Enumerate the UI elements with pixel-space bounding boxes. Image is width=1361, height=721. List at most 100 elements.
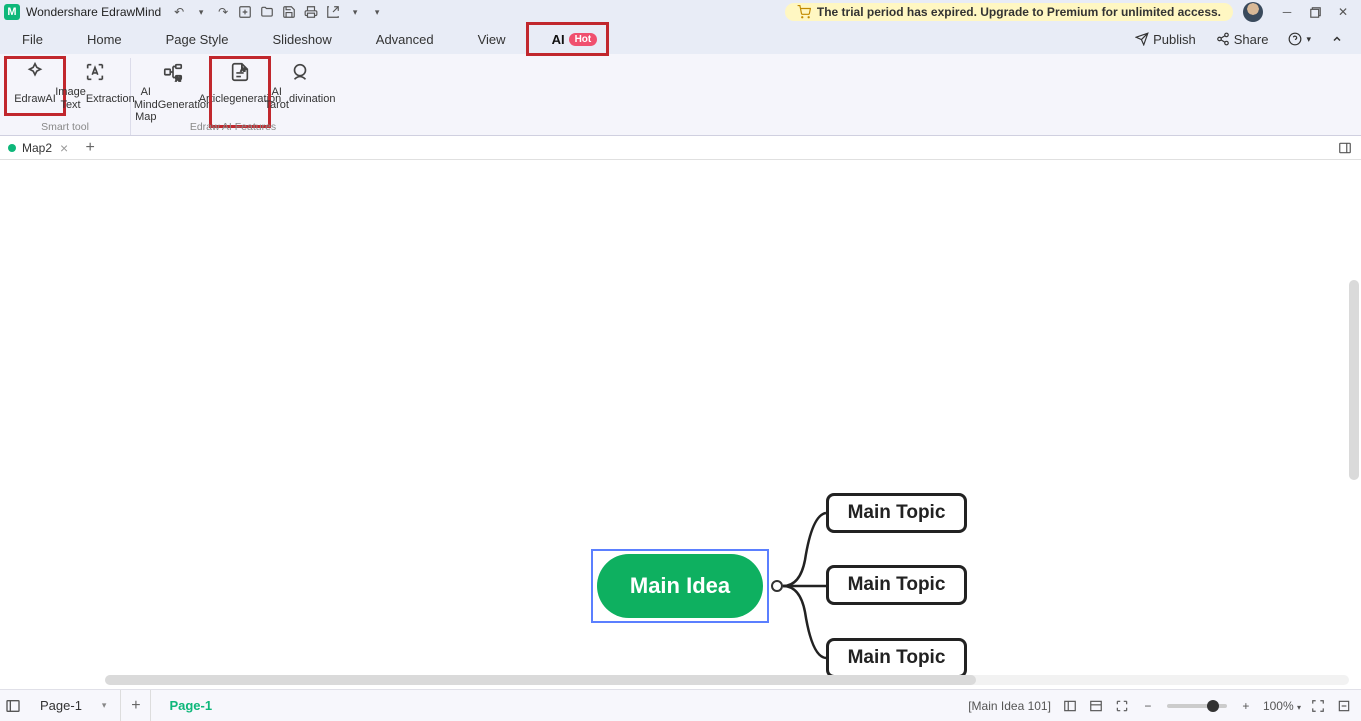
edraw-ai-label: EdrawAI [14,86,56,112]
zoom-knob[interactable] [1207,700,1219,712]
app-title: Wondershare EdrawMind [26,5,161,19]
topic-3-label: Main Topic [848,647,946,669]
chevron-down-icon: ▾ [1306,34,1311,45]
image-text-label: Image TextExtraction [55,86,135,112]
add-page-button[interactable]: + [121,690,151,721]
menu-ai[interactable]: AI Hot [528,24,608,54]
menubar-right: Publish Share ▾ [1127,32,1361,47]
doc-tab-label: Map2 [22,141,52,155]
ribbon: EdrawAI Image TextExtraction Smart tool … [0,54,1361,136]
edraw-ai-icon [23,60,47,84]
zoom-slider[interactable] [1167,704,1227,708]
publish-button[interactable]: Publish [1127,32,1204,47]
status-bar: Page-1 ▾ + Page-1 [Main Idea 101] − + 10… [0,689,1361,721]
vertical-scrollbar[interactable] [1349,280,1359,480]
user-avatar[interactable] [1243,2,1263,22]
document-tab-strip: Map2 × + [0,136,1361,160]
menu-home[interactable]: Home [65,24,144,54]
article-gen-icon: AI [228,60,252,84]
view-mode-1-icon[interactable] [1059,695,1081,717]
minimize-panel-icon[interactable] [1333,695,1355,717]
canvas[interactable]: Main Idea Main Topic Main Topic Main Top… [0,160,1361,689]
menu-bar: File Home Page Style Slideshow Advanced … [0,24,1361,54]
topic-2-label: Main Topic [848,574,946,596]
quick-access-toolbar: ↶ ▾ ↷ ▾ ▾ [169,2,387,22]
zoom-in-button[interactable]: + [1235,695,1257,717]
cart-icon [797,5,811,19]
fullscreen-icon[interactable] [1307,695,1329,717]
chevron-up-icon [1331,33,1343,45]
ai-mindmap-icon: AI [161,60,185,84]
menu-advanced[interactable]: Advanced [354,24,456,54]
help-icon [1288,32,1302,46]
print-icon[interactable] [301,2,321,22]
image-text-icon [83,60,107,84]
save-icon[interactable] [279,2,299,22]
doc-tab-dot-icon [8,144,16,152]
help-button[interactable]: ▾ [1280,32,1319,46]
topic-1-label: Main Topic [848,502,946,524]
view-mode-2-icon[interactable] [1085,695,1107,717]
export-icon[interactable] [323,2,343,22]
minimize-button[interactable]: ─ [1273,2,1301,22]
trial-text: The trial period has expired. Upgrade to… [817,5,1221,19]
title-bar: M Wondershare EdrawMind ↶ ▾ ↷ ▾ ▾ The tr… [0,0,1361,24]
export-drop-icon[interactable]: ▾ [345,2,365,22]
redo-icon[interactable]: ↷ [213,2,233,22]
h-scroll-thumb[interactable] [105,675,976,685]
close-tab-icon[interactable]: × [58,140,70,156]
collapse-ribbon-button[interactable] [1323,33,1351,45]
ai-tarot-label: AI Tarotdivination [265,86,336,112]
expand-collapse-handle[interactable] [771,580,783,592]
maximize-button[interactable] [1301,2,1329,22]
v-scroll-thumb[interactable] [1349,280,1359,480]
hot-badge: Hot [569,33,598,46]
selection-info: [Main Idea 101] [968,699,1051,713]
publish-icon [1135,32,1149,46]
ai-tarot-button[interactable]: AI Tarotdivination [271,58,329,126]
close-button[interactable]: ✕ [1329,2,1357,22]
page-tab[interactable]: Page-1 [151,690,230,721]
horizontal-scrollbar[interactable] [105,675,1349,685]
fit-page-icon[interactable] [1111,695,1133,717]
menu-page-style[interactable]: Page Style [144,24,251,54]
central-topic-label: Main Idea [597,554,763,618]
undo-drop-icon[interactable]: ▾ [191,2,211,22]
undo-icon[interactable]: ↶ [169,2,189,22]
topic-node-3[interactable]: Main Topic [826,638,967,678]
topic-node-1[interactable]: Main Topic [826,493,967,533]
zoom-out-button[interactable]: − [1137,695,1159,717]
side-panel-toggle[interactable] [1333,136,1357,160]
add-tab-button[interactable]: + [78,136,102,160]
menu-view[interactable]: View [456,24,528,54]
tarot-icon [288,60,312,84]
chevron-down-icon: ▾ [102,700,107,711]
share-label: Share [1234,32,1269,47]
app-logo-icon: M [4,4,20,20]
page-selector[interactable]: Page-1 ▾ [26,690,121,721]
ribbon-group-label-1: Smart tool [41,121,89,133]
statusbar-right: [Main Idea 101] − + 100% ▾ [968,695,1361,717]
qat-more-icon[interactable]: ▾ [367,2,387,22]
outline-toggle-icon[interactable] [0,693,26,719]
menu-slideshow[interactable]: Slideshow [251,24,354,54]
menu-file[interactable]: File [0,24,65,54]
zoom-level[interactable]: 100% ▾ [1261,699,1303,713]
open-icon[interactable] [257,2,277,22]
document-tab[interactable]: Map2 × [0,136,78,159]
ribbon-group-smart-tool: EdrawAI Image TextExtraction Smart tool [0,58,131,135]
share-icon [1216,32,1230,46]
share-button[interactable]: Share [1208,32,1277,47]
new-icon[interactable] [235,2,255,22]
ribbon-group-label-2: Edraw AI Features [190,121,276,133]
image-text-extraction-button[interactable]: Image TextExtraction [66,58,124,114]
central-topic[interactable]: Main Idea [591,549,769,623]
menu-ai-label: AI [552,32,565,47]
topic-node-2[interactable]: Main Topic [826,565,967,605]
publish-label: Publish [1153,32,1196,47]
svg-text:AI: AI [176,77,182,83]
article-generation-button[interactable]: AI Articlegeneration [211,58,269,126]
statusbar-left: Page-1 ▾ + Page-1 [0,690,230,721]
trial-banner[interactable]: The trial period has expired. Upgrade to… [785,3,1233,21]
svg-text:AI: AI [241,67,245,72]
